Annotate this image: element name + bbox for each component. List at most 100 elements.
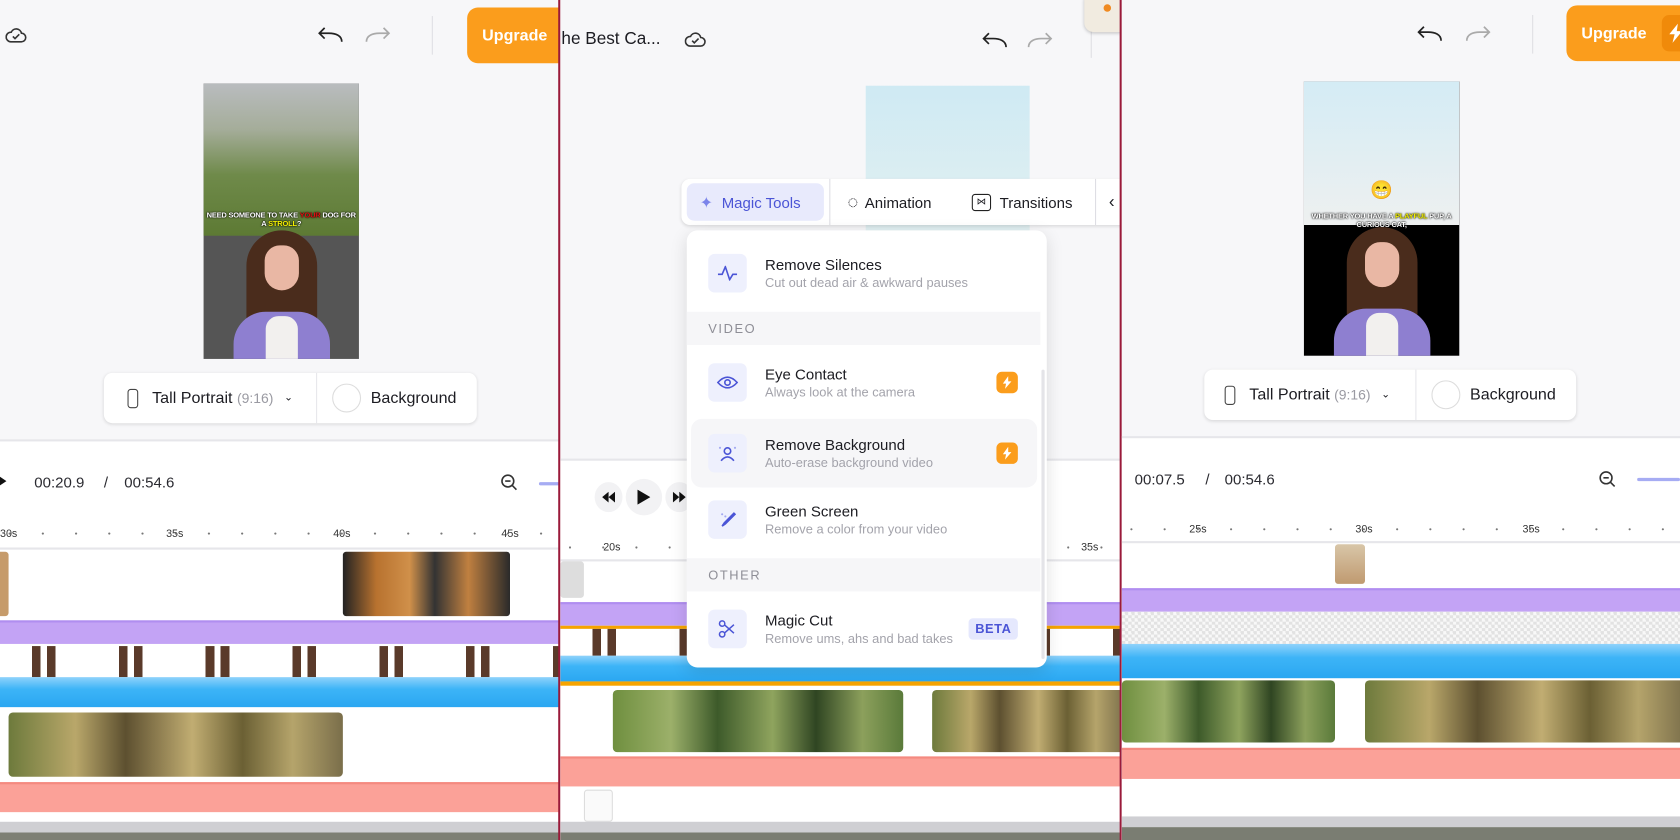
ruler-dot bbox=[1429, 528, 1432, 531]
sticker-clip[interactable] bbox=[583, 789, 613, 822]
project-title[interactable]: he Best Ca... bbox=[561, 30, 660, 49]
transparent-track[interactable] bbox=[1121, 611, 1680, 644]
menu-scrollbar[interactable] bbox=[1041, 369, 1045, 659]
zoom-out-icon[interactable] bbox=[499, 473, 518, 492]
aspect-ratio-dropdown[interactable]: Tall Portrait (9:16) ⌄ bbox=[104, 372, 318, 424]
image-clip[interactable] bbox=[0, 551, 9, 617]
timeline: 00:07.5 / 00:54.6 25s 30s 35s bbox=[1121, 436, 1680, 840]
person-remove-icon bbox=[708, 433, 747, 473]
ruler-dot bbox=[307, 532, 310, 535]
undo-icon[interactable] bbox=[1415, 24, 1443, 45]
menu-item-remove-silences[interactable]: Remove Silences Cut out dead air & awkwar… bbox=[687, 239, 1047, 308]
total-time: 00:54.6 bbox=[1224, 470, 1275, 488]
format-bar: Tall Portrait (9:16) ⌄ Background bbox=[1204, 369, 1577, 421]
toolbar-divider bbox=[431, 16, 433, 55]
ruler-dot bbox=[1362, 528, 1366, 531]
ruler-dot bbox=[41, 532, 44, 535]
magic-tools-menu: Remove Silences Cut out dead air & awkwar… bbox=[686, 230, 1047, 668]
ruler-dot bbox=[473, 532, 476, 535]
video-preview[interactable]: NEED SOMEONE TO TAKE YOUR DOG FOR A STRO… bbox=[203, 83, 359, 359]
play-icon[interactable] bbox=[0, 474, 9, 489]
editor-panel-1: Upgrade NEED SOMEONE TO TAKE YOUR DOG FO… bbox=[0, 0, 560, 840]
total-time: 00:54.6 bbox=[124, 473, 175, 491]
ruler-dot bbox=[1595, 528, 1598, 531]
menu-item-magic-cut[interactable]: Magic Cut Remove ums, ahs and bad takes B… bbox=[687, 595, 1047, 664]
background-button[interactable]: Background bbox=[317, 373, 456, 423]
ruler-dot bbox=[141, 532, 144, 535]
music-track[interactable] bbox=[1121, 747, 1680, 779]
menu-item-remove-background[interactable]: Remove Background Auto-erase background v… bbox=[691, 418, 1038, 488]
zoom-slider[interactable] bbox=[538, 482, 560, 486]
video-clip[interactable] bbox=[8, 712, 343, 777]
cloud-saved-icon bbox=[4, 25, 28, 46]
scroll-left-icon[interactable]: ‹ bbox=[1109, 179, 1115, 225]
upgrade-button[interactable]: Upgrade bbox=[1566, 5, 1680, 62]
image-clip[interactable] bbox=[1335, 544, 1366, 584]
audio-waveform-track[interactable] bbox=[0, 677, 560, 708]
video-clip[interactable] bbox=[1365, 680, 1680, 743]
upgrade-button[interactable]: Upgrade bbox=[467, 7, 560, 64]
video-clip[interactable] bbox=[932, 690, 1121, 753]
undo-icon[interactable] bbox=[980, 30, 1008, 51]
ruler-dot bbox=[1100, 546, 1103, 549]
music-track[interactable] bbox=[560, 756, 1121, 787]
bolt-icon bbox=[1661, 15, 1680, 52]
scissors-sparkle-icon bbox=[708, 609, 747, 649]
avatar-track[interactable] bbox=[0, 646, 560, 678]
ruler-dot bbox=[174, 532, 177, 535]
app-icon bbox=[1084, 0, 1121, 33]
ruler-dot bbox=[207, 532, 211, 535]
zoom-slider[interactable] bbox=[1637, 477, 1680, 482]
rewind-icon[interactable] bbox=[594, 482, 623, 513]
ruler-dot bbox=[1495, 528, 1498, 531]
eye-icon bbox=[708, 363, 747, 402]
timeline-scrollbar[interactable] bbox=[1121, 816, 1680, 828]
redo-icon[interactable] bbox=[1465, 24, 1493, 45]
ruler-dot bbox=[1661, 528, 1664, 531]
video-clip[interactable] bbox=[612, 690, 904, 753]
video-clip[interactable] bbox=[1121, 680, 1336, 743]
ruler-dot bbox=[506, 532, 509, 535]
background-button[interactable]: Background bbox=[1416, 370, 1556, 420]
ruler-dot bbox=[1263, 528, 1266, 531]
ruler-dot bbox=[340, 532, 343, 535]
section-video: VIDEO bbox=[686, 311, 1041, 346]
aspect-ratio-dropdown[interactable]: Tall Portrait (9:16) ⌄ bbox=[1204, 369, 1417, 421]
ruler-dot bbox=[540, 532, 543, 535]
menu-item-green-screen[interactable]: Green Screen Remove a color from your vid… bbox=[687, 485, 1047, 554]
ruler-tick: 35s bbox=[1522, 523, 1540, 536]
undo-icon[interactable] bbox=[316, 25, 344, 46]
caption-track[interactable] bbox=[0, 620, 560, 644]
chevron-down-icon: ⌄ bbox=[1381, 388, 1391, 401]
caption-track[interactable] bbox=[1121, 588, 1680, 612]
timeline-scrollbar[interactable] bbox=[0, 821, 560, 833]
sparkles-icon: ✦ bbox=[699, 193, 714, 212]
preview-emoji: 😁 bbox=[1370, 180, 1394, 201]
tab-transitions[interactable]: ⋈ Transitions bbox=[971, 179, 1072, 225]
music-track[interactable] bbox=[0, 782, 560, 813]
audio-waveform-track[interactable] bbox=[1121, 643, 1680, 679]
video-preview[interactable]: 😁 WHETHER YOU HAVE A PLAYFUL PUP, A CURI… bbox=[1303, 81, 1460, 356]
animation-icon: ◌ bbox=[847, 191, 859, 212]
image-clip[interactable] bbox=[342, 551, 511, 617]
play-button[interactable] bbox=[625, 478, 663, 516]
menu-item-eye-contact[interactable]: Eye Contact Always look at the camera bbox=[687, 348, 1047, 417]
tab-magic-tools[interactable]: ✦ Magic Tools bbox=[686, 183, 824, 221]
timeline-scrollbar[interactable] bbox=[560, 821, 1121, 833]
upgrade-label: Upgrade bbox=[1581, 24, 1647, 43]
ruler-dot bbox=[1528, 528, 1532, 531]
ruler-dot bbox=[1396, 528, 1399, 531]
image-clip[interactable] bbox=[560, 561, 584, 598]
transitions-icon: ⋈ bbox=[971, 193, 992, 211]
premium-bolt-icon bbox=[996, 371, 1018, 394]
redo-icon[interactable] bbox=[1026, 30, 1054, 51]
ruler-dot bbox=[1163, 528, 1166, 531]
edit-toolbar: ✦ Magic Tools ◌ Animation ⋈ Transitions ‹ bbox=[681, 178, 1121, 226]
redo-icon[interactable] bbox=[364, 25, 392, 46]
phone-portrait-icon bbox=[1224, 385, 1236, 405]
zoom-out-icon[interactable] bbox=[1598, 469, 1617, 488]
ruler-dot bbox=[407, 532, 410, 535]
tab-animation[interactable]: ◌ Animation bbox=[848, 179, 932, 225]
ruler-dot bbox=[75, 532, 78, 535]
ruler-tick: 20s bbox=[603, 542, 621, 554]
